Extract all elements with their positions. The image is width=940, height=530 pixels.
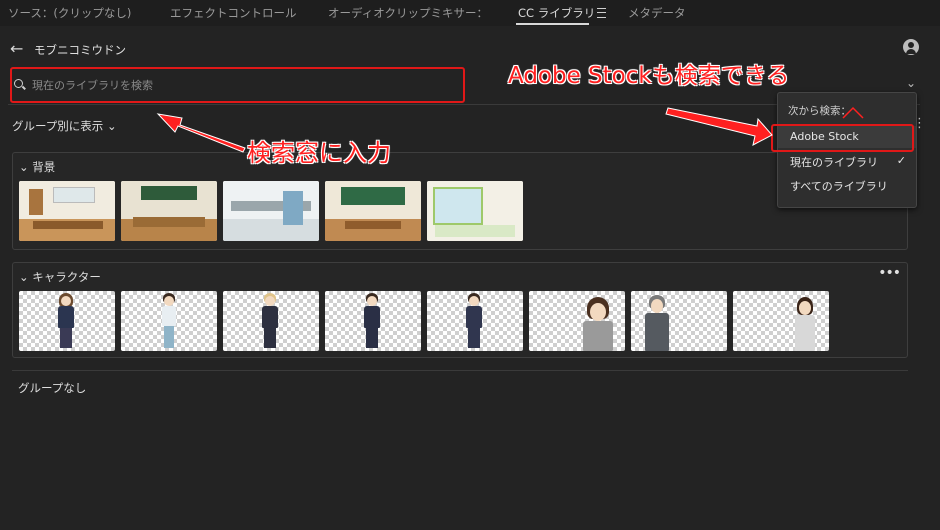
annotation-search-box: 検索窓に入力 <box>247 139 391 167</box>
annotation-arrows <box>156 106 864 153</box>
arrow-to-adobe-stock <box>665 107 773 146</box>
arrow-to-search-box <box>156 113 246 153</box>
cursor-caret-icon <box>842 106 864 119</box>
annotation-adobe-stock: Adobe Stockも検索できる <box>508 63 790 89</box>
